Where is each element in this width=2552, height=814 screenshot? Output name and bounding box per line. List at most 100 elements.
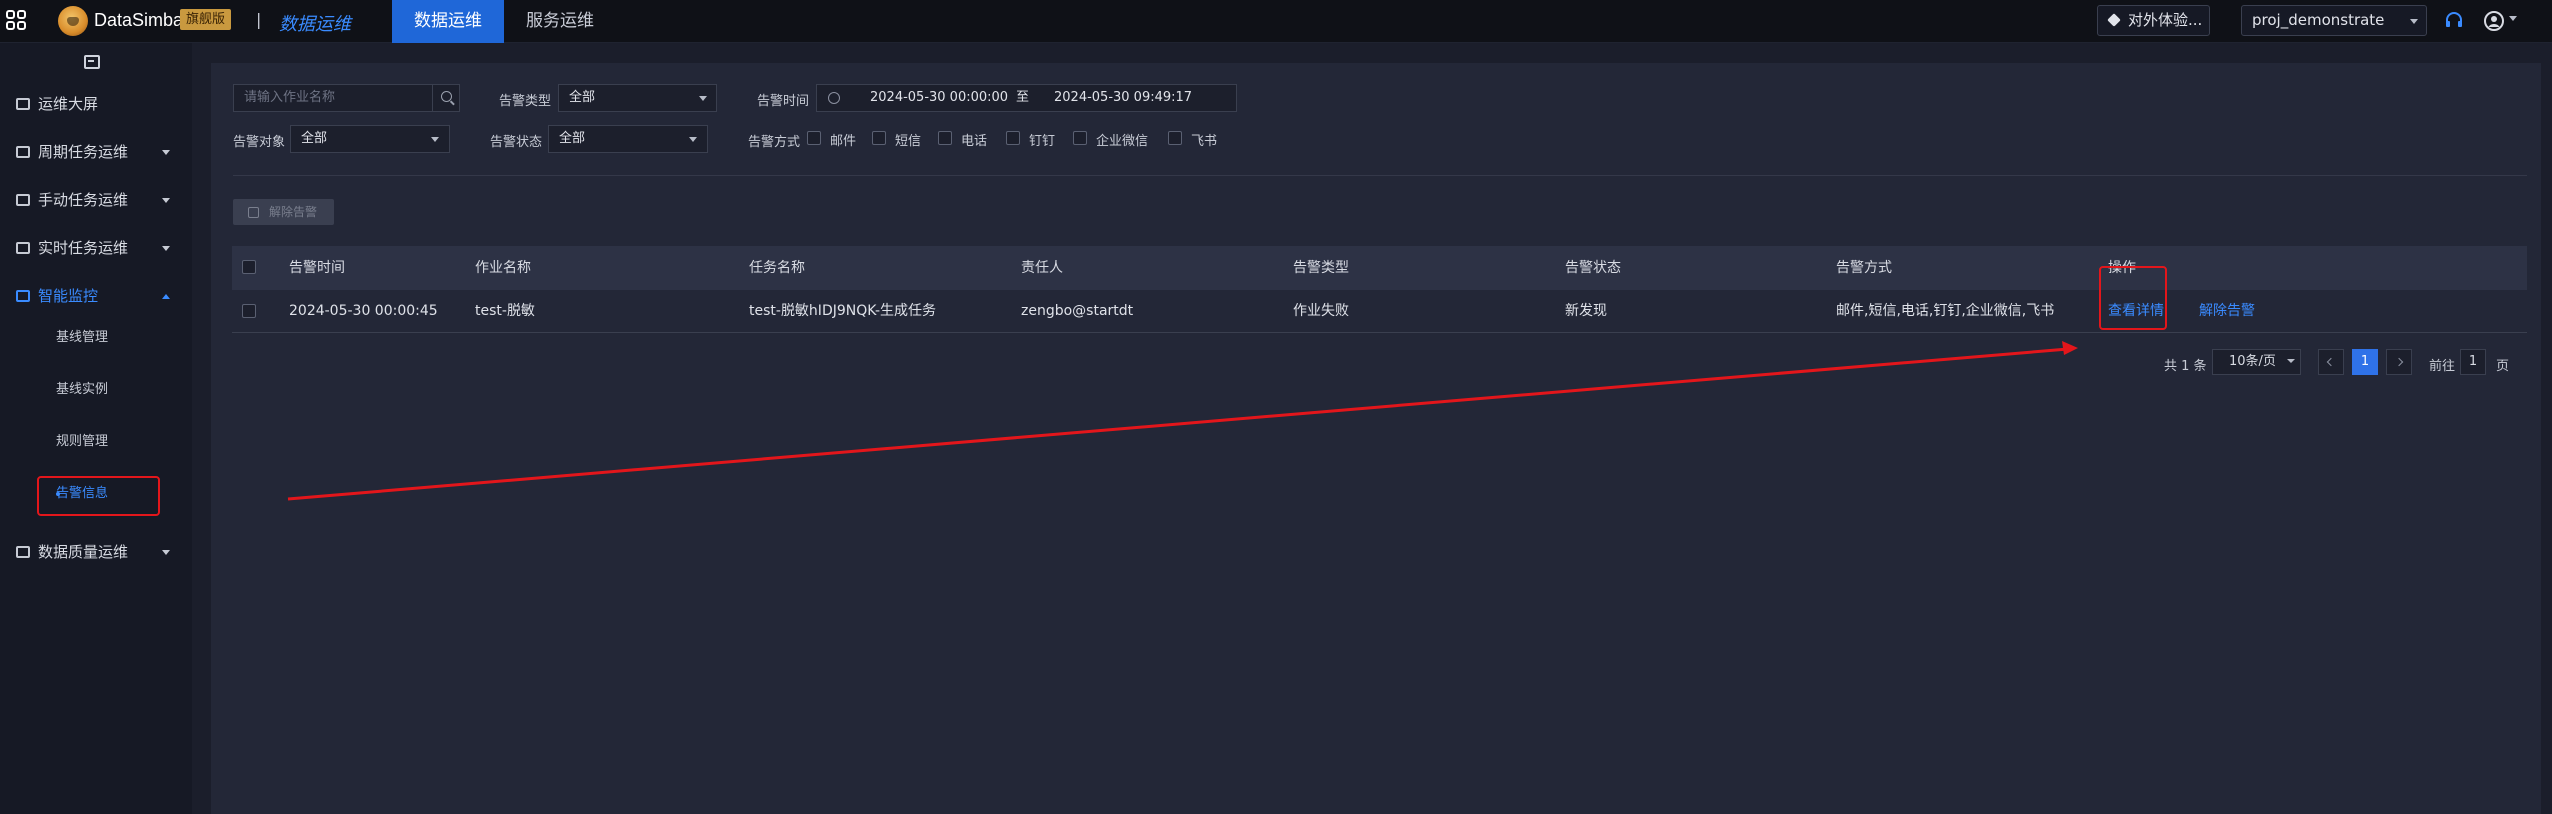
tab-data-ops[interactable]: 数据运维 [392,0,504,43]
collapse-sidebar-icon[interactable] [84,55,100,69]
goto-page-input[interactable]: 1 [2460,349,2486,375]
chevron-down-icon [162,198,170,203]
sidebar-item-label: 运维大屏 [38,95,99,113]
sidebar-subitem-rule-management[interactable]: 规则管理 [0,425,192,459]
job-search-input[interactable]: 请输入作业名称 [233,84,433,112]
search-icon[interactable] [432,84,460,112]
alert-type-label: 告警类型 [499,94,552,109]
main-panel: 请输入作业名称 告警类型 全部 告警时间 2024-05-30 00:00:00… [211,63,2541,814]
top-bar: DataSimba 旗舰版 | 数据运维 数据运维 服务运维 对外体验... p… [0,0,2552,43]
sidebar: 运维大屏 周期任务运维 手动任务运维 实时任务运维 智能监控 基线管理 基线实例… [0,43,192,814]
chevron-down-icon [2287,359,2295,363]
sidebar-item-manual-tasks[interactable]: 手动任务运维 [0,183,192,217]
user-avatar-icon[interactable] [2483,10,2505,32]
cell-job-name: test-脱敏 [475,303,535,319]
headset-icon[interactable] [2443,10,2465,32]
sidebar-item-periodic-tasks[interactable]: 周期任务运维 [0,135,192,169]
realtime-icon [16,242,30,254]
select-all-checkbox[interactable] [242,260,256,274]
time-end-value: 2024-05-30 09:49:17 [1054,90,1193,105]
method-wecom-checkbox[interactable] [1073,131,1087,145]
sidebar-subitem-baseline-management[interactable]: 基线管理 [0,321,192,355]
alert-time-range-picker[interactable]: 2024-05-30 00:00:00 至 2024-05-30 09:49:1… [816,84,1237,112]
sidebar-item-smart-monitoring[interactable]: 智能监控 [0,279,192,313]
chevron-down-icon [162,246,170,251]
alert-target-label: 告警对象 [233,135,286,150]
sidebar-item-data-quality[interactable]: 数据质量运维 [0,535,192,569]
page-unit-label: 页 [2496,359,2510,374]
alert-target-value: 全部 [301,131,328,146]
method-feishu-label: 飞书 [1191,134,1218,149]
dismiss-alert-batch-button[interactable]: 解除告警 [233,199,334,225]
chevron-left-icon [2326,357,2336,367]
page-size-select[interactable]: 10条/页 [2212,349,2301,375]
apps-grid-icon[interactable] [6,10,28,32]
alert-type-value: 全部 [569,90,596,105]
sidebar-subitem-label: 告警信息 [56,486,109,501]
hand-task-icon [16,194,30,206]
table-header: 告警时间 作业名称 任务名称 责任人 告警类型 告警状态 告警方式 操作 [232,246,2527,290]
alert-target-select[interactable]: 全部 [290,125,450,153]
method-feishu-checkbox[interactable] [1168,131,1182,145]
sidebar-subitem-baseline-instances[interactable]: 基线实例 [0,373,192,407]
method-phone-checkbox[interactable] [938,131,952,145]
experience-button[interactable]: 对外体验... [2097,5,2210,36]
alert-time-label: 告警时间 [757,94,810,109]
next-page-button[interactable] [2386,349,2412,375]
prev-page-button[interactable] [2318,349,2344,375]
user-menu-chevron-icon[interactable] [2508,16,2518,24]
page-number-button[interactable]: 1 [2352,349,2378,375]
column-header-alert-time[interactable]: 告警时间 [289,246,345,290]
chevron-down-icon [162,150,170,155]
cell-alert-status: 新发现 [1565,303,1607,319]
view-details-link[interactable]: 查看详情 [2108,290,2164,333]
alert-type-select[interactable]: 全部 [558,84,717,112]
project-select-value: proj_demonstrate [2252,11,2385,29]
filter-divider [233,175,2527,176]
sidebar-item-ops-dashboard[interactable]: 运维大屏 [0,87,192,121]
alert-status-label: 告警状态 [490,135,543,150]
cell-task-name: test-脱敏hIDJ9NQK-生成任务 [749,303,937,319]
chevron-right-icon [2394,357,2404,367]
row-checkbox[interactable] [242,304,256,318]
column-header-alert-type[interactable]: 告警类型 [1293,246,1349,290]
column-header-job-name[interactable]: 作业名称 [475,246,531,290]
method-email-label: 邮件 [830,134,857,149]
method-dingtalk-checkbox[interactable] [1006,131,1020,145]
alert-status-value: 全部 [559,131,586,146]
alert-status-select[interactable]: 全部 [548,125,708,153]
sidebar-item-label: 数据质量运维 [38,543,129,561]
column-header-alert-method[interactable]: 告警方式 [1836,246,1892,290]
column-header-owner[interactable]: 责任人 [1021,246,1063,290]
alert-method-label: 告警方式 [748,135,801,150]
method-email-checkbox[interactable] [807,131,821,145]
sidebar-subitem-alert-info[interactable]: 告警信息 [0,477,192,511]
tab-service-ops[interactable]: 服务运维 [510,0,610,43]
sidebar-subitem-label: 基线实例 [56,382,109,397]
method-sms-checkbox[interactable] [872,131,886,145]
quality-icon [16,546,30,558]
brand-separator: | [256,10,262,29]
time-range-separator: 至 [1016,90,1030,105]
brand-name: DataSimba [94,10,184,30]
column-header-task-name[interactable]: 任务名称 [749,246,805,290]
dismiss-icon [248,207,259,218]
monitor-icon [16,98,30,110]
page-size-value: 10条/页 [2229,354,2276,369]
table-row: 2024-05-30 00:00:45 test-脱敏 test-脱敏hIDJ9… [232,290,2527,333]
clock-icon [828,92,840,104]
project-select[interactable]: proj_demonstrate [2241,5,2427,36]
pagination-total: 共 1 条 [2164,359,2207,374]
sidebar-item-realtime-tasks[interactable]: 实时任务运维 [0,231,192,265]
sidebar-item-label: 智能监控 [38,287,99,305]
method-wecom-label: 企业微信 [1096,134,1149,149]
cube-icon [2107,13,2121,27]
monitor-alert-icon [16,290,30,302]
chevron-down-icon [689,137,697,142]
experience-button-label: 对外体验... [2128,11,2203,29]
column-header-alert-status[interactable]: 告警状态 [1565,246,1621,290]
chevron-up-icon [162,294,170,299]
sidebar-item-label: 周期任务运维 [38,143,129,161]
chevron-down-icon [699,96,707,101]
dismiss-alert-link[interactable]: 解除告警 [2199,290,2255,333]
